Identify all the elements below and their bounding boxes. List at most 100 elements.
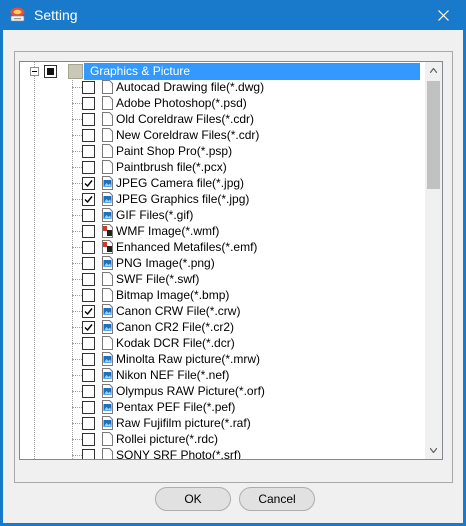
tree-item[interactable]: SWF File(*.swf) bbox=[20, 271, 424, 288]
checkmark-icon bbox=[84, 196, 93, 204]
root-label: Graphics & Picture bbox=[84, 63, 420, 80]
tree-item[interactable]: Paintbrush file(*.pcx) bbox=[20, 159, 424, 176]
close-icon bbox=[437, 9, 449, 21]
tree-item[interactable]: Canon CRW File(*.crw) bbox=[20, 303, 424, 320]
item-checkbox[interactable] bbox=[82, 257, 95, 270]
item-label: WMF Image(*.wmf) bbox=[116, 224, 220, 238]
item-checkbox[interactable] bbox=[82, 417, 95, 430]
item-checkbox[interactable] bbox=[82, 289, 95, 302]
file-type-tree[interactable]: Graphics & Picture Autocad Drawing file(… bbox=[19, 61, 443, 460]
item-label: Raw Fujifilm picture(*.raf) bbox=[116, 416, 251, 430]
item-checkbox[interactable] bbox=[82, 241, 95, 254]
blank-file-icon bbox=[102, 272, 113, 286]
item-label: Canon CR2 File(*.cr2) bbox=[116, 320, 235, 334]
tree-rows: Graphics & Picture Autocad Drawing file(… bbox=[20, 62, 424, 459]
item-label: Rollei picture(*.rdc) bbox=[116, 432, 219, 446]
scroll-down-button[interactable] bbox=[425, 442, 442, 459]
app-icon bbox=[9, 6, 26, 23]
item-label: Bitmap Image(*.bmp) bbox=[116, 288, 230, 302]
item-checkbox[interactable] bbox=[82, 161, 95, 174]
item-checkbox[interactable] bbox=[82, 81, 95, 94]
tree-item[interactable]: Nikon NEF File(*.nef) bbox=[20, 367, 424, 384]
item-checkbox[interactable] bbox=[82, 177, 95, 190]
tree-root[interactable]: Graphics & Picture bbox=[20, 63, 424, 80]
blank-file-icon bbox=[102, 448, 113, 459]
item-label: Paintbrush file(*.pcx) bbox=[116, 160, 227, 174]
item-checkbox[interactable] bbox=[82, 225, 95, 238]
ok-button[interactable]: OK bbox=[155, 487, 231, 511]
image-file-icon bbox=[102, 368, 113, 382]
image-file-icon bbox=[102, 384, 113, 398]
item-checkbox[interactable] bbox=[82, 401, 95, 414]
item-checkbox[interactable] bbox=[82, 129, 95, 142]
item-checkbox[interactable] bbox=[82, 193, 95, 206]
item-label: Enhanced Metafiles(*.emf) bbox=[116, 240, 258, 254]
tree-item[interactable]: Adobe Photoshop(*.psd) bbox=[20, 95, 424, 112]
image-file-icon bbox=[102, 400, 113, 414]
image-file-icon bbox=[102, 192, 113, 206]
item-checkbox[interactable] bbox=[82, 385, 95, 398]
tree-item[interactable]: Pentax PEF File(*.pef) bbox=[20, 399, 424, 416]
tree-item[interactable]: Rollei picture(*.rdc) bbox=[20, 431, 424, 448]
blank-file-icon bbox=[102, 128, 113, 142]
item-checkbox[interactable] bbox=[82, 449, 95, 459]
image-file-icon bbox=[102, 304, 113, 318]
item-label: Adobe Photoshop(*.psd) bbox=[116, 96, 247, 110]
image-file-icon bbox=[102, 320, 113, 334]
blank-file-icon bbox=[102, 432, 113, 446]
tree-item[interactable]: Olympus RAW Picture(*.orf) bbox=[20, 383, 424, 400]
blank-file-icon bbox=[102, 288, 113, 302]
item-label: Canon CRW File(*.crw) bbox=[116, 304, 241, 318]
item-label: JPEG Graphics file(*.jpg) bbox=[116, 192, 250, 206]
tree-item[interactable]: Canon CR2 File(*.cr2) bbox=[20, 319, 424, 336]
cancel-button[interactable]: Cancel bbox=[239, 487, 315, 511]
item-checkbox[interactable] bbox=[82, 209, 95, 222]
tree-item[interactable]: New Coreldraw Files(*.cdr) bbox=[20, 127, 424, 144]
scroll-thumb[interactable] bbox=[427, 81, 440, 189]
blank-file-icon bbox=[102, 80, 113, 94]
item-checkbox[interactable] bbox=[82, 337, 95, 350]
vertical-scrollbar[interactable] bbox=[425, 62, 442, 459]
checkmark-icon bbox=[84, 324, 93, 332]
item-checkbox[interactable] bbox=[82, 97, 95, 110]
root-checkbox[interactable] bbox=[44, 65, 57, 78]
collapse-toggle[interactable] bbox=[30, 67, 39, 76]
tree-item[interactable]: Minolta Raw picture(*.mrw) bbox=[20, 351, 424, 368]
metafile-icon bbox=[102, 224, 113, 238]
item-checkbox[interactable] bbox=[82, 321, 95, 334]
window-title: Setting bbox=[34, 7, 78, 23]
checkmark-icon bbox=[84, 308, 93, 316]
tree-item[interactable]: Enhanced Metafiles(*.emf) bbox=[20, 239, 424, 256]
tree-item[interactable]: GIF Files(*.gif) bbox=[20, 207, 424, 224]
title-bar: Setting bbox=[0, 0, 466, 30]
item-checkbox[interactable] bbox=[82, 113, 95, 126]
scroll-up-button[interactable] bbox=[425, 62, 442, 79]
tree-item[interactable]: Paint Shop Pro(*.psp) bbox=[20, 143, 424, 160]
scroll-track[interactable] bbox=[425, 79, 442, 442]
image-file-icon bbox=[102, 416, 113, 430]
tree-item[interactable]: WMF Image(*.wmf) bbox=[20, 223, 424, 240]
tree-item[interactable]: Old Coreldraw Files(*.cdr) bbox=[20, 111, 424, 128]
tree-item[interactable]: Autocad Drawing file(*.dwg) bbox=[20, 79, 424, 96]
item-checkbox[interactable] bbox=[82, 433, 95, 446]
tree-item[interactable]: Bitmap Image(*.bmp) bbox=[20, 287, 424, 304]
item-checkbox[interactable] bbox=[82, 305, 95, 318]
close-button[interactable] bbox=[420, 0, 466, 30]
item-checkbox[interactable] bbox=[82, 353, 95, 366]
tree-item[interactable]: JPEG Graphics file(*.jpg) bbox=[20, 191, 424, 208]
image-file-icon bbox=[102, 176, 113, 190]
folder-icon bbox=[68, 64, 83, 79]
item-label: SWF File(*.swf) bbox=[116, 272, 200, 286]
checkmark-icon bbox=[84, 180, 93, 188]
tree-item[interactable]: Raw Fujifilm picture(*.raf) bbox=[20, 415, 424, 432]
item-checkbox[interactable] bbox=[82, 145, 95, 158]
image-file-icon bbox=[102, 208, 113, 222]
tree-item[interactable]: Kodak DCR File(*.dcr) bbox=[20, 335, 424, 352]
item-checkbox[interactable] bbox=[82, 369, 95, 382]
tree-item[interactable]: SONY SRF Photo(*.srf) bbox=[20, 447, 424, 459]
item-checkbox[interactable] bbox=[82, 273, 95, 286]
tree-item[interactable]: PNG Image(*.png) bbox=[20, 255, 424, 272]
tree-item[interactable]: JPEG Camera file(*.jpg) bbox=[20, 175, 424, 192]
item-label: SONY SRF Photo(*.srf) bbox=[116, 448, 242, 459]
item-label: Nikon NEF File(*.nef) bbox=[116, 368, 230, 382]
